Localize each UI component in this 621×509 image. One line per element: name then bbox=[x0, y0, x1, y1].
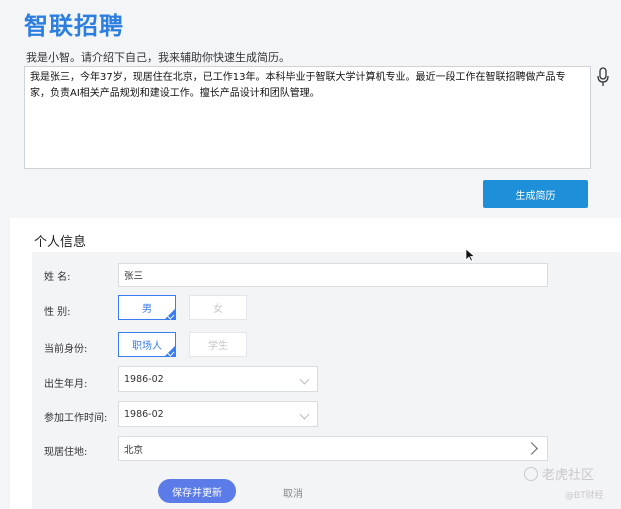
section-title: 个人信息 bbox=[34, 235, 87, 250]
mouse-cursor-icon bbox=[465, 248, 475, 262]
chevron-right-icon bbox=[525, 442, 538, 455]
gender-option-female[interactable]: 女 bbox=[189, 295, 247, 320]
identity-label: 当前身份: bbox=[44, 344, 88, 355]
residence-label: 现居住地: bbox=[44, 447, 88, 458]
app-logo: 智联招聘 bbox=[24, 12, 124, 40]
chevron-down-icon bbox=[299, 409, 310, 420]
assistant-prompt: 我是小智。请介绍下自己，我来辅助你快速生成简历。 bbox=[26, 51, 290, 64]
identity-option-student[interactable]: 学生 bbox=[189, 332, 247, 357]
work-start-select[interactable]: 1986-02 bbox=[118, 401, 318, 427]
watermark-logo-icon bbox=[524, 466, 538, 481]
name-label: 姓 名: bbox=[44, 272, 71, 283]
resume-assistant-header: 智联招聘 我是小智。请介绍下自己，我来辅助你快速生成简历。 我是张三，今年37岁… bbox=[0, 0, 621, 218]
cancel-button[interactable]: 取消 bbox=[283, 485, 303, 500]
work-start-label: 参加工作时间: bbox=[44, 413, 108, 424]
gender-option-male-label: 男 bbox=[142, 304, 152, 315]
chevron-down-icon bbox=[299, 374, 310, 385]
birth-select[interactable]: 1986-02 bbox=[118, 366, 318, 392]
watermark-source: @BT财经 bbox=[565, 491, 604, 501]
watermark-text: 老虎社区 bbox=[542, 468, 595, 483]
identity-option-professional[interactable]: 职场人 bbox=[118, 332, 176, 357]
intro-textarea[interactable]: 我是张三，今年37岁，现居住在北京，已工作13年。本科毕业于智联大学计算机专业。… bbox=[24, 66, 591, 169]
gender-option-male[interactable]: 男 bbox=[118, 295, 176, 320]
residence-select[interactable]: 北京 bbox=[118, 436, 548, 461]
identity-option-professional-label: 职场人 bbox=[132, 341, 162, 352]
birth-value: 1986-02 bbox=[124, 373, 164, 385]
watermark-community: 老虎社区 bbox=[524, 464, 594, 483]
gender-option-female-label: 女 bbox=[213, 304, 223, 315]
save-update-button[interactable]: 保存并更新 bbox=[158, 479, 236, 503]
birth-label: 出生年月: bbox=[44, 379, 88, 390]
name-input[interactable]: 张三 bbox=[118, 263, 548, 287]
residence-value: 北京 bbox=[124, 444, 144, 456]
work-start-value: 1986-02 bbox=[124, 408, 164, 420]
gender-label: 性 别: bbox=[44, 307, 71, 318]
identity-option-student-label: 学生 bbox=[208, 341, 228, 352]
generate-resume-button[interactable]: 生成简历 bbox=[483, 180, 588, 208]
name-value: 张三 bbox=[124, 271, 144, 282]
microphone-icon[interactable] bbox=[596, 67, 610, 87]
